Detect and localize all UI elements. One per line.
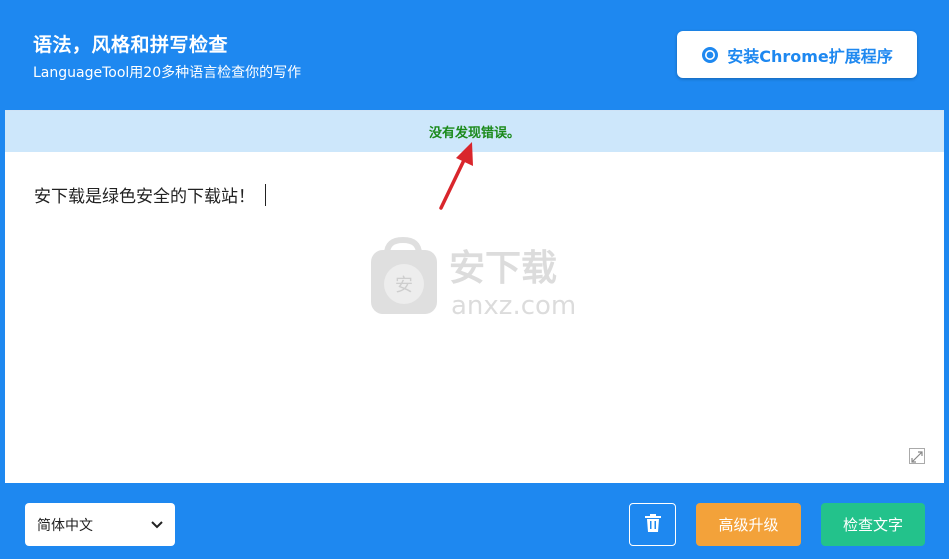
text-caret: [265, 183, 266, 206]
footer-toolbar: 简体中文 高级升级 检查文字: [0, 483, 949, 559]
premium-upgrade-button[interactable]: 高级升级: [696, 503, 801, 546]
watermark-brand: 安下载: [449, 248, 557, 289]
chrome-icon: [701, 46, 719, 64]
install-chrome-extension-button[interactable]: 安装Chrome扩展程序: [677, 31, 917, 78]
editor-text[interactable]: 安下载是绿色安全的下载站！: [34, 182, 266, 207]
trash-icon: [644, 513, 661, 536]
text-editor[interactable]: 安下载是绿色安全的下载站！ 安 安下载 anxz.com: [5, 152, 944, 484]
status-message: 没有发现错误。: [428, 126, 520, 141]
language-select[interactable]: 简体中文: [25, 503, 175, 546]
clear-text-button[interactable]: [629, 503, 676, 546]
watermark-logo: 安 安下载 anxz.com: [371, 236, 576, 321]
language-selected: 简体中文: [37, 517, 93, 534]
watermark-domain: anxz.com: [451, 291, 576, 321]
expand-icon[interactable]: [909, 448, 925, 464]
editor-content: 安下载是绿色安全的下载站！: [34, 187, 255, 207]
editor-card: 没有发现错误。 安下载是绿色安全的下载站！ 安 安下载 anxz.com: [5, 110, 944, 484]
watermark-badge: 安: [395, 275, 413, 296]
app-subtitle: LanguageTool用20多种语言检查你的写作: [33, 65, 302, 81]
app-title: 语法，风格和拼写检查: [33, 34, 229, 56]
install-chrome-extension-label: 安装Chrome扩展程序: [727, 46, 893, 66]
header: 语法，风格和拼写检查 LanguageTool用20多种语言检查你的写作 安装C…: [0, 0, 949, 110]
chevron-down-icon: [151, 517, 163, 533]
status-bar: 没有发现错误。: [5, 111, 944, 152]
check-text-button[interactable]: 检查文字: [821, 503, 925, 546]
